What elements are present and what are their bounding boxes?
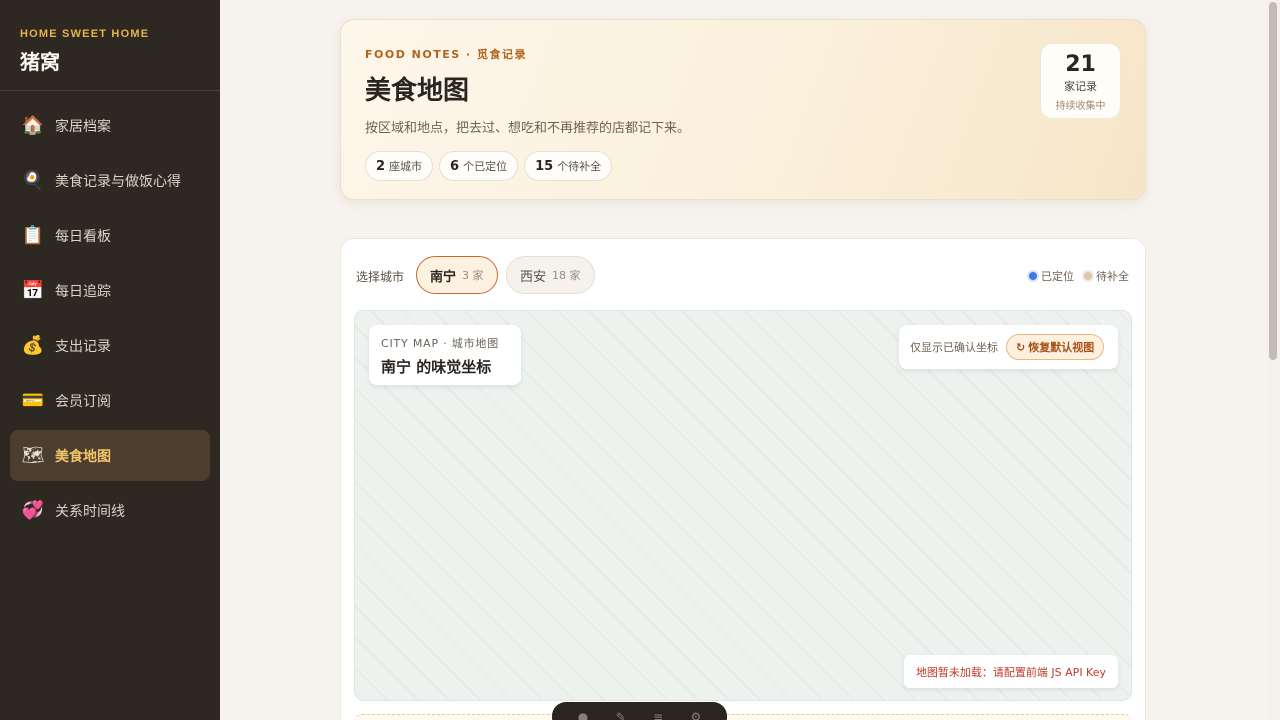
sidebar-item-home-profile[interactable]: 🏠 家居档案 bbox=[10, 100, 210, 151]
confirmed-only-filter[interactable]: 仅显示已确认坐标 bbox=[910, 339, 998, 355]
hero-card: FOOD NOTES · 觅食记录 美食地图 按区域和地点，把去过、想吃和不再推… bbox=[340, 19, 1146, 200]
hearts-icon: 💞 bbox=[21, 500, 45, 521]
city-select-label: 选择城市 bbox=[356, 270, 405, 284]
record-count-unit: 家记录 bbox=[1064, 80, 1097, 93]
reset-view-button[interactable]: ↻ 恢复默认视图 bbox=[1006, 334, 1105, 360]
user-icon[interactable]: ● bbox=[578, 710, 588, 720]
sidebar-item-label: 美食记录与做饭心得 bbox=[55, 173, 181, 190]
reset-view-label: 恢复默认视图 bbox=[1028, 341, 1095, 354]
city-tab-xian[interactable]: 西安 18 家 bbox=[506, 256, 595, 294]
legend-located: 已定位 bbox=[1029, 268, 1074, 284]
sidebar-item-label: 家居档案 bbox=[55, 118, 111, 135]
scrollbar-thumb[interactable] bbox=[1269, 2, 1277, 360]
sidebar-item-food-map[interactable]: 🗺 美食地图 bbox=[10, 430, 210, 481]
page-scrollbar[interactable] bbox=[1266, 0, 1280, 720]
map-legend: 已定位 待补全 bbox=[1029, 268, 1129, 284]
city-name: 西安 bbox=[520, 269, 547, 285]
stat-row: 2 座城市 6 个已定位 15 个待补全 bbox=[365, 151, 613, 181]
stat-label: 个待补全 bbox=[557, 160, 602, 173]
hero-description: 按区域和地点，把去过、想吃和不再推荐的店都记下来。 bbox=[365, 121, 691, 136]
page-title: 美食地图 bbox=[365, 76, 470, 106]
next-section-edge bbox=[354, 714, 1132, 720]
floating-dock: ● ✎ ≡ ⚙ bbox=[552, 702, 727, 720]
sidebar-item-label: 每日追踪 bbox=[55, 283, 111, 300]
legend-label: 已定位 bbox=[1041, 270, 1074, 283]
stat-label: 座城市 bbox=[389, 160, 423, 173]
brush-icon[interactable]: ✎ bbox=[616, 710, 626, 720]
sidebar-item-expenses[interactable]: 💰 支出记录 bbox=[10, 320, 210, 371]
brand-subtitle: HOME SWEET HOME bbox=[20, 28, 150, 40]
sidebar-item-food-notes[interactable]: 🍳 美食记录与做饭心得 bbox=[10, 155, 210, 206]
brand-title: 猪窝 bbox=[20, 50, 60, 74]
sidebar-item-label: 支出记录 bbox=[55, 338, 111, 355]
record-count: 21 bbox=[1065, 52, 1096, 77]
clipboard-icon: 📋 bbox=[21, 225, 45, 246]
sidebar-item-label: 关系时间线 bbox=[55, 503, 125, 520]
stat-pill-pending: 15 个待补全 bbox=[524, 151, 613, 181]
stat-value: 6 bbox=[450, 158, 460, 174]
stat-pill-located: 6 个已定位 bbox=[439, 151, 519, 181]
stat-value: 15 bbox=[535, 158, 554, 174]
sidebar-item-daily-tracking[interactable]: 📅 每日追踪 bbox=[10, 265, 210, 316]
located-dot-icon bbox=[1029, 272, 1037, 280]
stat-pill-cities: 2 座城市 bbox=[365, 151, 434, 181]
city-name: 南宁 bbox=[430, 269, 457, 285]
record-count-card: 21 家记录 持续收集中 bbox=[1040, 43, 1121, 119]
calendar-icon: 📅 bbox=[21, 280, 45, 301]
city-count: 3 家 bbox=[462, 269, 484, 282]
sidebar-item-label: 每日看板 bbox=[55, 228, 111, 245]
map-eyebrow: CITY MAP · 城市地图 bbox=[381, 337, 499, 350]
city-count: 18 家 bbox=[552, 269, 581, 282]
sidebar-item-label: 美食地图 bbox=[55, 448, 111, 465]
legend-label: 待补全 bbox=[1096, 270, 1129, 283]
pending-dot-icon bbox=[1084, 272, 1092, 280]
gear-icon[interactable]: ⚙ bbox=[691, 710, 702, 720]
map-icon: 🗺 bbox=[21, 445, 45, 466]
frying-pan-icon: 🍳 bbox=[21, 170, 45, 191]
house-icon: 🏠 bbox=[21, 115, 45, 136]
map-load-notice: 地图暂未加载：请配置前端 JS API Key bbox=[903, 655, 1118, 688]
sidebar-item-label: 会员订阅 bbox=[55, 393, 111, 410]
legend-pending: 待补全 bbox=[1084, 268, 1129, 284]
sidebar-nav: 🏠 家居档案 🍳 美食记录与做饭心得 📋 每日看板 📅 每日追踪 💰 支出记录 … bbox=[0, 91, 220, 536]
record-count-note: 持续收集中 bbox=[1055, 101, 1106, 112]
refresh-icon: ↻ bbox=[1016, 340, 1026, 354]
sidebar-item-daily-board[interactable]: 📋 每日看板 bbox=[10, 210, 210, 261]
sidebar-item-relationship-timeline[interactable]: 💞 关系时间线 bbox=[10, 485, 210, 536]
sidebar-item-subscriptions[interactable]: 💳 会员订阅 bbox=[10, 375, 210, 426]
city-map[interactable]: CITY MAP · 城市地图 南宁 的味觉坐标 仅显示已确认坐标 ↻ 恢复默认… bbox=[354, 310, 1132, 701]
city-tab-nanning[interactable]: 南宁 3 家 bbox=[416, 256, 498, 294]
money-bag-icon: 💰 bbox=[21, 335, 45, 356]
stat-label: 个已定位 bbox=[463, 160, 508, 173]
menu-icon[interactable]: ≡ bbox=[653, 710, 663, 720]
brand: HOME SWEET HOME 猪窝 bbox=[0, 0, 220, 91]
sidebar: HOME SWEET HOME 猪窝 🏠 家居档案 🍳 美食记录与做饭心得 📋 … bbox=[0, 0, 220, 720]
map-panel: 选择城市 南宁 3 家 西安 18 家 已定位 待补全 CITY MAP · 城… bbox=[340, 238, 1146, 720]
stat-value: 2 bbox=[376, 158, 386, 174]
map-toolbar: 仅显示已确认坐标 ↻ 恢复默认视图 bbox=[899, 325, 1118, 369]
credit-card-icon: 💳 bbox=[21, 390, 45, 411]
hero-eyebrow: FOOD NOTES · 觅食记录 bbox=[365, 48, 528, 61]
map-title-card: CITY MAP · 城市地图 南宁 的味觉坐标 bbox=[369, 325, 521, 385]
map-title: 南宁 的味觉坐标 bbox=[381, 358, 492, 376]
